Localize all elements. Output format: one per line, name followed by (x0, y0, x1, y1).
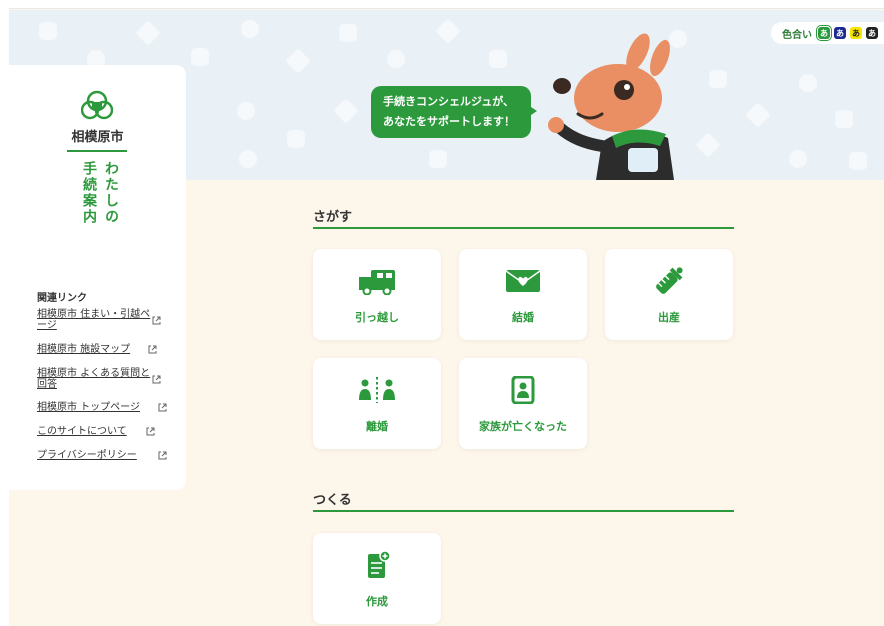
pattern-mark (39, 22, 57, 40)
color-scheme-switcher: 色合い あ あ あ あ (771, 22, 884, 44)
link-top-page[interactable]: 相模原市 トップページ (37, 402, 167, 413)
city-emblem-icon (81, 90, 113, 120)
link-label: このサイトについて (37, 426, 127, 437)
card-moving[interactable]: 引っ越し (313, 249, 441, 340)
browser-top-edge (0, 0, 884, 9)
envelope-heart-icon (505, 270, 541, 292)
pattern-mark (745, 102, 771, 128)
color-swatch-blue[interactable]: あ (834, 27, 846, 39)
link-label: 相模原市 施設マップ (37, 344, 131, 355)
card-marriage[interactable]: 結婚 (459, 249, 587, 340)
new-document-icon (368, 551, 391, 578)
card-label: 離婚 (366, 420, 388, 433)
card-label: 家族が亡くなった (479, 420, 567, 433)
pattern-mark (339, 24, 357, 42)
pattern-mark (849, 152, 867, 170)
pattern-mark (135, 20, 161, 46)
pattern-mark (435, 18, 461, 44)
card-family-death[interactable]: 家族が亡くなった (459, 358, 587, 449)
color-scheme-label: 色合い (782, 29, 812, 41)
link-label: 相模原市 よくある質問と回答 (37, 368, 151, 390)
pattern-mark (789, 150, 807, 168)
external-link-icon (152, 375, 161, 384)
pattern-mark (695, 132, 721, 158)
external-link-icon (158, 403, 167, 412)
link-label: プライバシーポリシー (37, 450, 137, 461)
pattern-mark (285, 48, 311, 74)
link-label: 相模原市 トップページ (37, 402, 140, 413)
card-divorce[interactable]: 離婚 (313, 358, 441, 449)
card-label: 出産 (658, 311, 680, 324)
related-links-heading: 関連リンク (37, 293, 87, 304)
city-name[interactable]: 相模原市 (9, 126, 186, 145)
card-create[interactable]: 作成 (313, 533, 441, 624)
external-link-icon (158, 451, 167, 460)
section-title-search: さがす (313, 210, 353, 225)
link-housing-moving-page[interactable]: 相模原市 住まい・引越ページ (37, 309, 161, 331)
site-title-column-2: 手続案内 (81, 161, 97, 225)
card-label: 作成 (366, 595, 388, 608)
pattern-mark (709, 70, 727, 88)
card-label: 引っ越し (355, 311, 399, 324)
color-swatch-black[interactable]: あ (866, 27, 878, 39)
link-faq[interactable]: 相模原市 よくある質問と回答 (37, 368, 161, 390)
pattern-mark (429, 150, 447, 168)
link-label: 相模原市 住まい・引越ページ (37, 309, 151, 331)
color-swatch-yellow[interactable]: あ (850, 27, 862, 39)
separated-people-icon (359, 377, 395, 403)
section-title-create: つくる (313, 493, 352, 508)
external-link-icon (152, 316, 161, 325)
external-link-icon (146, 427, 155, 436)
bubble-line-2: あなたをサポートします！ (383, 115, 515, 128)
section-divider (313, 227, 734, 229)
pattern-mark (489, 50, 507, 68)
speech-bubble-tail (528, 105, 537, 117)
pattern-mark (333, 98, 359, 124)
memorial-portrait-icon (511, 376, 535, 404)
pattern-mark (241, 20, 259, 38)
baby-bottle-icon (656, 267, 683, 294)
card-label: 結婚 (512, 311, 534, 324)
truck-icon (359, 270, 395, 295)
sidebar: 相模原市 わたしの 手続案内 関連リンク 相模原市 住まい・引越ページ 相模原市… (9, 65, 186, 490)
link-about-site[interactable]: このサイトについて (37, 426, 155, 437)
card-childbirth[interactable]: 出産 (605, 249, 733, 340)
pattern-mark (237, 102, 255, 120)
pattern-mark (387, 50, 405, 68)
browser-left-edge (0, 0, 9, 626)
pattern-mark (835, 110, 853, 128)
pattern-mark (287, 130, 305, 148)
mascot-illustration (548, 33, 674, 180)
title-divider (67, 150, 127, 152)
link-privacy-policy[interactable]: プライバシーポリシー (37, 450, 167, 461)
color-swatch-green[interactable]: あ (816, 25, 832, 41)
external-link-icon (148, 345, 157, 354)
link-facility-map[interactable]: 相模原市 施設マップ (37, 344, 157, 355)
bubble-line-1: 手続きコンシェルジュが、 (383, 95, 515, 108)
pattern-mark (191, 48, 209, 66)
site-title-column-1: わたしの (103, 161, 119, 225)
section-divider (313, 510, 734, 512)
pattern-mark (239, 150, 257, 168)
pattern-mark (799, 74, 817, 92)
speech-bubble: 手続きコンシェルジュが、 あなたをサポートします！ (371, 86, 531, 138)
